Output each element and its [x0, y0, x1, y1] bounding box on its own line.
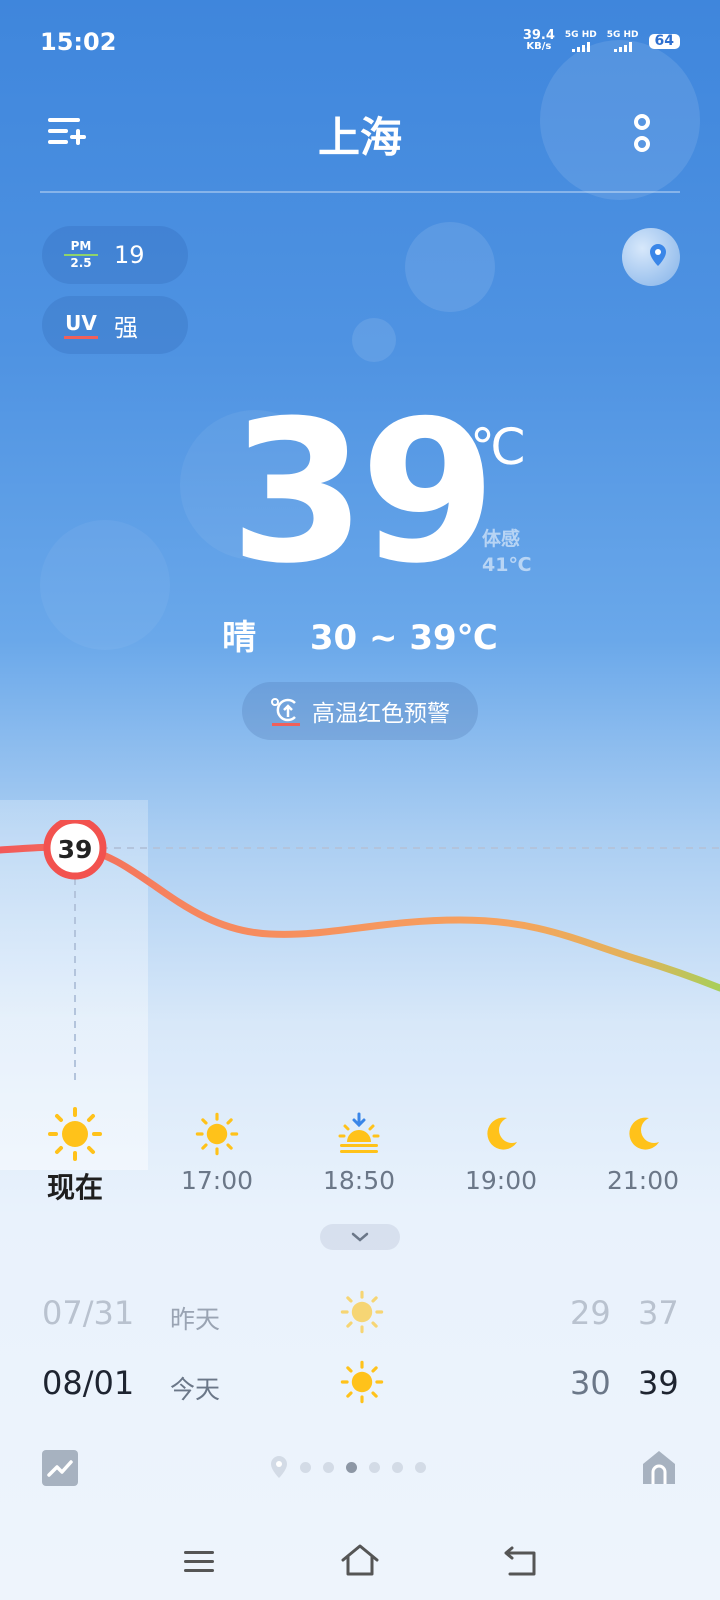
- moon-icon: [487, 1117, 517, 1150]
- city-page-indicator: [270, 1455, 426, 1479]
- home-city-button[interactable]: [640, 1448, 678, 1486]
- condition-text: 晴: [222, 618, 257, 658]
- pm25-pill[interactable]: PM 2.5 19: [42, 226, 188, 284]
- daily-high: 39: [638, 1364, 679, 1402]
- pm25-value: 19: [114, 241, 145, 269]
- hourly-item: 19:00: [446, 1108, 556, 1195]
- house-icon: [643, 1451, 675, 1484]
- more-vertical-icon: [634, 114, 650, 152]
- hourly-item: 现在: [20, 1107, 130, 1206]
- home-icon: [341, 1544, 379, 1576]
- nav-home-button[interactable]: [340, 1540, 380, 1580]
- sun-icon: [340, 1290, 384, 1342]
- temperature-unit: ℃: [470, 418, 527, 476]
- trend-chart-button[interactable]: [42, 1450, 78, 1486]
- nav-recents-button[interactable]: [182, 1548, 216, 1576]
- high-temperature-icon: [271, 698, 300, 726]
- sun-icon: [340, 1360, 384, 1412]
- alert-text: 高温红色预警: [312, 701, 450, 727]
- sim1-signal-icon: 5G HD: [565, 30, 597, 52]
- daily-low: 29: [570, 1294, 611, 1332]
- battery-indicator: 64: [648, 33, 680, 49]
- hourly-time: 19:00: [464, 1166, 538, 1195]
- sunset-icon: [338, 1112, 380, 1153]
- temperature-curve-chart: 39: [0, 820, 720, 1085]
- page-dot[interactable]: [415, 1461, 426, 1473]
- temperature-range: 30 ~ 39℃: [309, 618, 498, 658]
- page-dot[interactable]: [300, 1461, 311, 1473]
- daily-row-today[interactable]: 08/01 今天 30 39: [42, 1360, 682, 1414]
- hourly-forecast: 现在 17:00 18:50 19:00 21:00: [0, 1107, 720, 1208]
- expand-forecast-button[interactable]: [320, 1224, 400, 1250]
- sun-icon: [48, 1107, 102, 1161]
- bokeh-decoration: [352, 318, 396, 362]
- current-temperature: 39: [229, 379, 497, 607]
- trend-icon: [47, 1460, 73, 1477]
- uv-pill[interactable]: UV 强: [42, 296, 188, 354]
- daily-name: 今天: [170, 1375, 221, 1404]
- hourly-item: 21:00: [588, 1108, 698, 1195]
- page-dot[interactable]: [369, 1461, 380, 1473]
- more-options-button[interactable]: [628, 112, 656, 156]
- status-time: 15:02: [40, 28, 117, 56]
- hourly-time: 18:50: [322, 1166, 396, 1195]
- uv-value: 强: [114, 313, 138, 342]
- daily-date: 08/01: [42, 1364, 135, 1402]
- weather-alert-button[interactable]: 高温红色预警: [242, 682, 478, 740]
- nav-back-button[interactable]: [502, 1540, 542, 1580]
- location-pin-icon: [650, 244, 666, 266]
- daily-date: 07/31: [42, 1294, 135, 1332]
- hourly-time: 21:00: [606, 1166, 680, 1195]
- map-button[interactable]: [622, 228, 680, 286]
- location-pin-icon: [271, 1456, 287, 1478]
- condition-row: 晴 30 ~ 39℃: [0, 610, 720, 659]
- sim2-signal-icon: 5G HD: [607, 30, 639, 52]
- hourly-item: 17:00: [162, 1108, 272, 1195]
- page-dot-active[interactable]: [346, 1461, 357, 1473]
- hourly-time: 现在: [46, 1171, 103, 1204]
- status-icons: 39.4 KB/s 5G HD 5G HD 64: [522, 28, 680, 52]
- page-dot[interactable]: [323, 1461, 334, 1473]
- daily-row-yesterday[interactable]: 07/31 昨天 29 37: [42, 1290, 682, 1344]
- page-dot[interactable]: [392, 1461, 403, 1473]
- current-temp-marker-label: 39: [58, 835, 93, 864]
- pm25-icon: PM 2.5: [64, 240, 98, 270]
- sun-icon: [195, 1112, 239, 1156]
- city-name: 上海: [317, 113, 402, 162]
- feels-like: 体感 41℃: [482, 528, 532, 576]
- header-divider: [40, 191, 680, 193]
- daily-name: 昨天: [170, 1305, 221, 1334]
- network-speed: 39.4 KB/s: [522, 28, 555, 52]
- temperature-curve-line: [0, 843, 720, 992]
- moon-icon: [629, 1117, 659, 1150]
- daily-high: 37: [638, 1294, 679, 1332]
- hourly-item: 18:50: [304, 1108, 414, 1195]
- back-icon: [504, 1546, 536, 1576]
- daily-low: 30: [570, 1364, 611, 1402]
- menu-icon: [184, 1551, 214, 1572]
- bokeh-decoration: [405, 222, 495, 312]
- uv-icon: UV: [64, 311, 98, 339]
- hourly-time: 17:00: [180, 1166, 254, 1195]
- chevron-down-icon: [351, 1232, 369, 1242]
